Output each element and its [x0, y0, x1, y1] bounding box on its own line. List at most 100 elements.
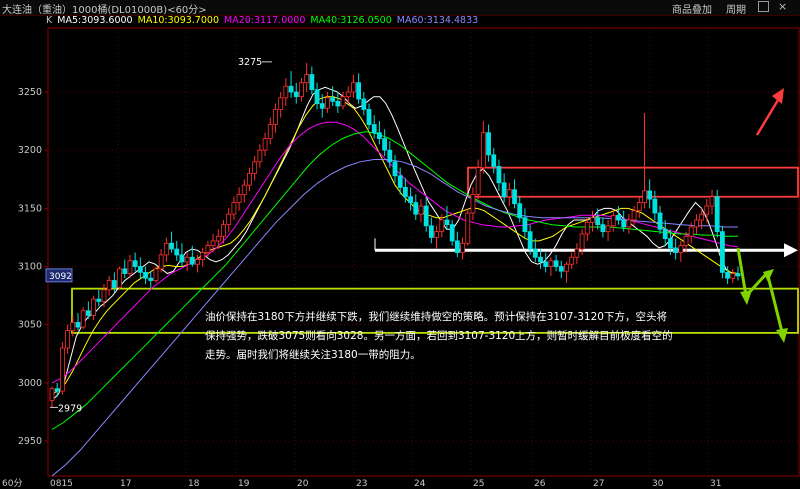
candle-body	[439, 219, 445, 233]
candle-body	[475, 167, 481, 195]
candle-body	[122, 268, 128, 274]
candle-body	[579, 233, 585, 250]
candle-body	[91, 298, 96, 316]
candle-body	[720, 231, 725, 273]
candle-body	[699, 213, 705, 221]
candle-body	[283, 85, 289, 99]
candle-body	[356, 82, 362, 100]
candle-body	[444, 219, 450, 226]
candle-body	[330, 97, 336, 102]
candle-body	[85, 310, 91, 316]
candle-body	[605, 225, 611, 233]
candle-body	[340, 96, 346, 107]
candle-body	[408, 196, 413, 203]
x-tick-label: 26	[534, 479, 546, 489]
candle-body	[65, 330, 70, 349]
candle-body	[683, 235, 689, 246]
candle-body	[143, 271, 148, 279]
y-tick-label: 3050	[18, 320, 42, 331]
candle-body	[345, 91, 351, 98]
analysis-annotation: 油价保持在3180下方并继续下跌，我们继续维持做空的策略。预计保持在3107-3…	[205, 311, 673, 361]
up-arrow-shaft	[755, 99, 780, 136]
candle-body	[501, 182, 507, 198]
candle-body	[714, 196, 720, 233]
candle-body	[148, 277, 154, 281]
candle-body	[428, 225, 434, 238]
candle-body	[486, 132, 491, 156]
candle-body	[195, 259, 200, 265]
candle-body	[111, 280, 117, 288]
low-price-label: 2979	[58, 403, 82, 414]
candle-body	[309, 74, 315, 91]
candle-body	[616, 214, 621, 221]
candle-body	[80, 310, 86, 328]
candle-body	[288, 85, 294, 93]
candle-body	[319, 103, 325, 109]
candle-body	[506, 189, 512, 198]
candle-body	[574, 248, 580, 258]
candle-body	[247, 173, 252, 186]
candle-body	[127, 260, 133, 274]
x-tick-label: 30	[652, 479, 664, 489]
candle-body	[460, 242, 465, 253]
candle-body	[688, 226, 694, 237]
candle-body	[169, 242, 174, 250]
resistance-zone	[467, 166, 799, 198]
candle-body	[267, 124, 273, 139]
candle-body	[174, 248, 180, 256]
candle-body	[257, 149, 263, 163]
candle-body	[522, 217, 528, 233]
candle-body	[642, 190, 647, 203]
candle-body	[636, 202, 642, 212]
candle-body	[454, 240, 460, 253]
candle-body	[101, 289, 107, 302]
candle-body	[532, 248, 538, 258]
candle-body	[449, 224, 455, 242]
candle-body	[512, 189, 517, 205]
candle-body	[210, 240, 216, 246]
candle-body	[735, 273, 741, 277]
candle-body	[262, 138, 268, 151]
candle-body	[668, 238, 673, 249]
candle-body	[200, 252, 206, 260]
candle-body	[293, 91, 299, 98]
candle-body	[694, 219, 699, 228]
candle-body	[49, 388, 55, 401]
down-arrowhead-2	[776, 328, 788, 343]
candle-body	[163, 242, 169, 256]
candle-body	[730, 273, 736, 279]
y-tick-label: 3000	[18, 378, 42, 389]
candle-body	[517, 203, 523, 219]
candle-body	[314, 89, 320, 105]
candle-body	[465, 212, 471, 244]
candle-body	[137, 266, 143, 273]
candle-body	[184, 256, 190, 263]
forecast-arrows	[736, 88, 788, 343]
candle-body	[595, 217, 601, 226]
candle-body	[496, 166, 502, 184]
candle-body	[221, 224, 226, 237]
candle-body	[153, 268, 159, 281]
y-tick-label: 3150	[18, 203, 42, 214]
candle-body	[558, 266, 564, 272]
candle-body	[54, 388, 60, 392]
candle-body	[470, 193, 476, 214]
down-arrowhead-1	[740, 290, 752, 305]
candle-body	[725, 271, 731, 279]
candle-body	[75, 321, 81, 328]
x-tick-label: 31	[710, 479, 721, 489]
candle-body	[564, 263, 569, 272]
candlestick-chart[interactable]: 2950 3000 3050 3100 3150 3200 3250 0815 17 18 19 20…	[0, 0, 800, 489]
candle-body	[377, 132, 382, 139]
candle-body	[626, 219, 632, 228]
x-tick-label: 18	[188, 479, 200, 489]
x-tick-label: 24	[414, 479, 426, 489]
current-price-tag: 3092	[49, 272, 72, 282]
candle-body	[584, 221, 590, 235]
candle-body	[189, 256, 195, 265]
candle-body	[361, 98, 367, 110]
x-tick-label: 23	[356, 479, 367, 489]
candle-body	[621, 219, 627, 228]
candle-body	[600, 224, 606, 233]
candle-body	[673, 247, 679, 253]
